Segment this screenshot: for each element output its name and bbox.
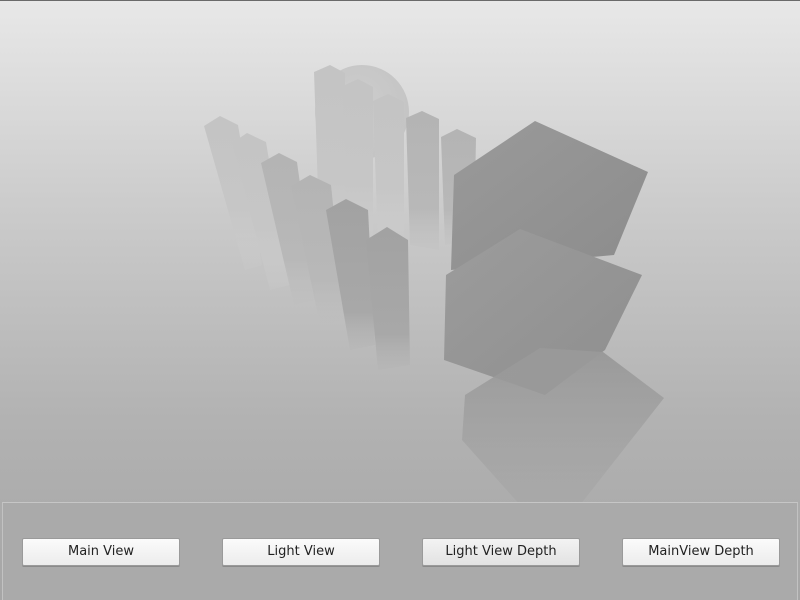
light-view-button[interactable]: Light View	[222, 538, 380, 566]
pillar-back-4	[406, 111, 439, 250]
pillar-back-3	[373, 94, 404, 250]
light-view-depth-button[interactable]: Light View Depth	[422, 538, 580, 566]
main-view-button[interactable]: Main View	[22, 538, 180, 566]
mainview-depth-button[interactable]: MainView Depth	[622, 538, 780, 566]
view-mode-panel: Main View Light View Light View Depth Ma…	[2, 502, 798, 600]
